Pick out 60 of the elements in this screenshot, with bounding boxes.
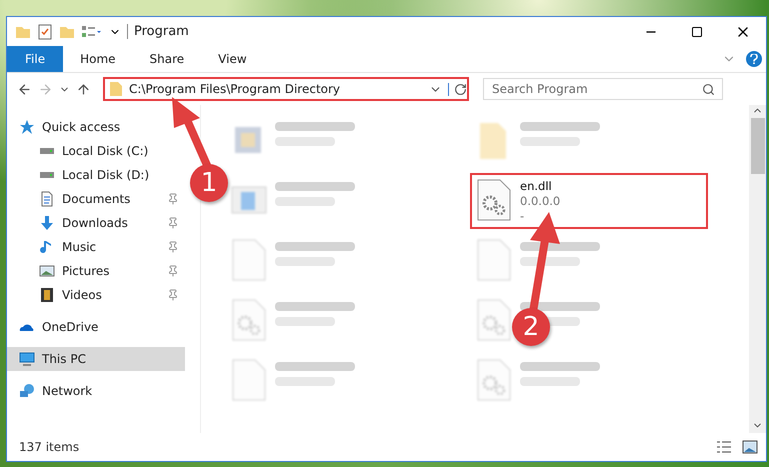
scrollbar[interactable] [749, 105, 766, 433]
up-icon[interactable] [76, 82, 91, 96]
network-icon [19, 383, 35, 399]
ribbon-tab[interactable]: Share [132, 46, 202, 72]
nav-item[interactable]: Quick access [7, 115, 185, 139]
nav-item[interactable]: Music [7, 235, 185, 259]
file-detail: 0.0.0.0 [520, 194, 560, 209]
file-detail: - [520, 209, 526, 224]
folder-icon [109, 81, 123, 97]
search-field[interactable]: Search Program [483, 78, 723, 100]
search-icon[interactable] [702, 83, 715, 96]
scroll-thumb[interactable] [750, 118, 764, 174]
nav-item[interactable]: Local Disk (D:) [7, 163, 185, 187]
nav-label: This PC [42, 352, 87, 366]
nav-label: Quick access [42, 120, 122, 134]
star-icon [19, 119, 35, 135]
ribbon-tab[interactable]: View [201, 46, 264, 72]
nav-label: Downloads [62, 216, 129, 230]
nav-item[interactable]: Downloads [7, 211, 185, 235]
film-icon [39, 287, 55, 303]
nav-item[interactable]: Local Disk (C:) [7, 139, 185, 163]
back-icon[interactable] [17, 82, 32, 96]
details-view-icon[interactable] [716, 440, 732, 454]
ribbon-tab[interactable]: Home [63, 46, 133, 72]
gear-file-icon [476, 359, 512, 401]
address-path: C:\Program Files\Program Directory [129, 82, 342, 96]
nav-item[interactable]: Network [7, 379, 185, 403]
file-tab[interactable]: File [7, 46, 64, 72]
nav-label: Network [42, 384, 94, 398]
nav-label: Pictures [62, 264, 111, 278]
download-icon [39, 215, 55, 231]
help-icon[interactable] [746, 51, 762, 67]
nav-label: Music [62, 240, 98, 254]
properties-icon [81, 24, 103, 40]
nav-item[interactable]: OneDrive [7, 315, 185, 339]
image-icon [39, 263, 55, 279]
nav-label: Documents [62, 192, 132, 206]
nav-label: Local Disk (D:) [62, 168, 150, 182]
nav-item[interactable]: Documents [7, 187, 185, 211]
gear-file-icon [476, 179, 512, 221]
window-title: Program [127, 24, 189, 39]
address-bar[interactable]: C:\Program Files\Program Directory [103, 77, 469, 101]
nav-label: OneDrive [42, 320, 100, 334]
nav-label: Local Disk (C:) [62, 144, 150, 158]
large-icons-view-icon[interactable] [742, 440, 758, 454]
gear-file-icon [476, 299, 512, 341]
drive-icon [39, 148, 55, 154]
document-icon [39, 191, 55, 207]
nav-item[interactable]: Videos [7, 283, 185, 307]
file-tile[interactable]: en.dll 0.0.0.0 - [470, 173, 708, 229]
nav-label: Videos [62, 288, 103, 302]
file-name: en.dll [520, 179, 553, 194]
nav-item[interactable]: Pictures [7, 259, 185, 283]
gear-file-icon [231, 299, 267, 341]
nav-item[interactable]: This PC [7, 347, 185, 371]
checklist-icon [37, 24, 53, 40]
item-count: 137 items [19, 440, 80, 454]
drive-icon [39, 172, 55, 178]
monitor-icon [19, 351, 35, 367]
refresh-icon[interactable] [448, 82, 467, 96]
